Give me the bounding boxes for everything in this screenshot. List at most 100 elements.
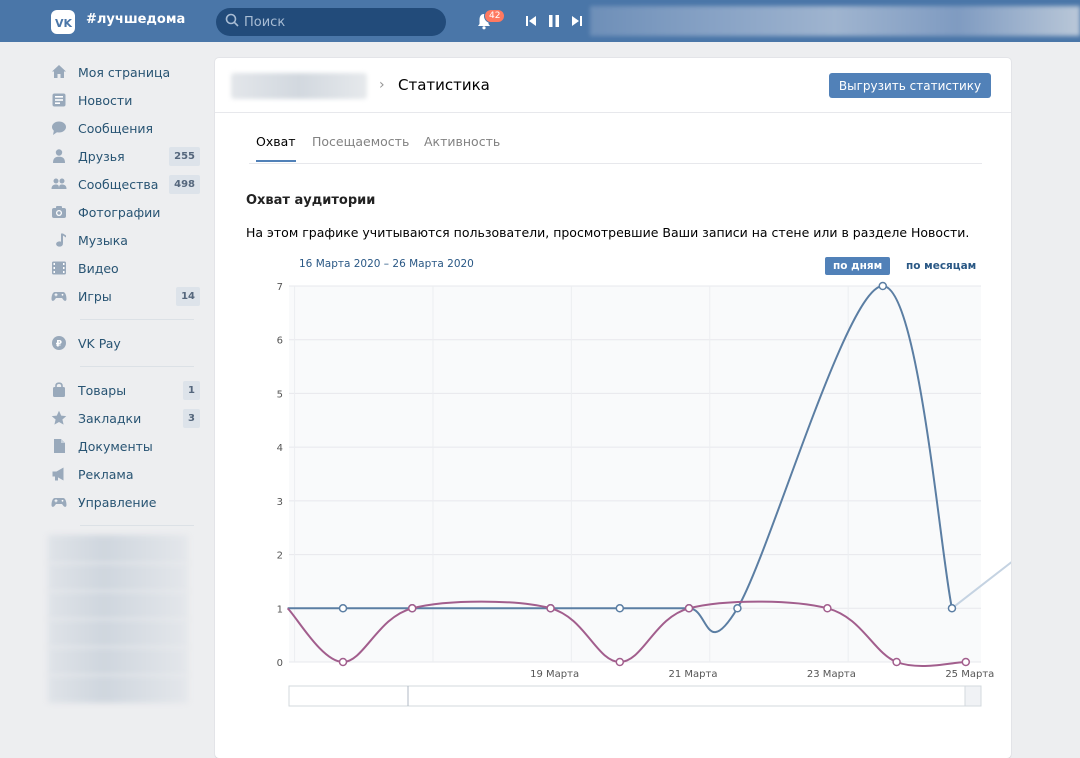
sidebar-item-documents[interactable]: Документы <box>40 432 210 460</box>
data-point <box>338 604 348 613</box>
sidebar-item-label: VK Pay <box>78 335 121 351</box>
sidebar-blurred-item[interactable] <box>48 535 188 563</box>
date-range-selector[interactable]: 16 Марта 2020 – 26 Марта 2020 <box>299 258 474 270</box>
sidebar-blurred-item[interactable] <box>48 675 188 703</box>
sidebar-item-friends[interactable]: Друзья 255 <box>40 142 210 170</box>
page-title: Статистика <box>398 76 490 94</box>
data-point <box>546 604 555 613</box>
sidebar-item-counter: 255 <box>169 146 200 166</box>
sidebar-separator <box>80 366 194 367</box>
section-title: Охват аудитории <box>246 193 376 208</box>
previous-track-icon[interactable] <box>525 14 537 28</box>
plot-area <box>289 286 981 662</box>
svg-text:VK: VK <box>55 17 73 30</box>
reach-line-chart: 0 1 2 3 4 5 6 7 19 Марта 21 Марта 23 Марта 25 Марта <box>277 281 1011 707</box>
tab-reach[interactable]: Охват <box>256 134 296 162</box>
export-statistics-button[interactable]: Выгрузить статистику <box>829 73 991 98</box>
sidebar-item-counter: 498 <box>169 174 200 194</box>
sidebar-item-management[interactable]: Управление <box>40 488 210 516</box>
sidebar-item-games[interactable]: Игры 14 <box>40 282 210 310</box>
sidebar-item-label: Сообщения <box>78 120 154 136</box>
player-track-area <box>590 6 1080 36</box>
sidebar-blurred-item[interactable] <box>48 591 188 619</box>
sidebar-item-label: Друзья <box>78 148 125 164</box>
y-tick-label: 1 <box>277 604 283 615</box>
camera-icon <box>52 206 66 218</box>
brand-hashtag[interactable]: #лучшедома <box>86 12 185 27</box>
y-tick-label: 0 <box>277 658 283 669</box>
x-tick-label: 21 Марта <box>669 669 718 680</box>
y-tick-label: 5 <box>277 389 283 400</box>
sidebar-item-photos[interactable]: Фотографии <box>40 198 210 226</box>
top-bar: VK #лучшедома 42 <box>0 0 1080 42</box>
statistics-panel: › Статистика Выгрузить статистику Охват … <box>215 58 1011 758</box>
sidebar-item-label: Закладки <box>78 410 142 426</box>
megaphone-icon <box>52 467 64 481</box>
sidebar-item-label: Сообщества <box>78 176 159 192</box>
sidebar-group-main: Моя страница Новости Сообщения Друзья 25… <box>40 58 210 310</box>
y-tick-label: 2 <box>277 551 283 562</box>
document-icon <box>54 439 65 453</box>
sidebar-item-bookmarks[interactable]: Закладки 3 <box>40 404 210 432</box>
search-icon <box>225 13 239 27</box>
sidebar-blurred-item[interactable] <box>48 563 188 591</box>
sidebar-item-music[interactable]: Музыка <box>40 226 210 254</box>
sidebar-item-ads[interactable]: Реклама <box>40 460 210 488</box>
sidebar-item-label: Игры <box>78 288 112 304</box>
data-point <box>684 604 694 613</box>
sidebar-item-counter: 14 <box>176 286 200 306</box>
tab-activity[interactable]: Активность <box>424 134 500 160</box>
sidebar-item-news[interactable]: Новости <box>40 86 210 114</box>
star-icon <box>51 410 67 425</box>
next-track-icon[interactable] <box>571 14 583 28</box>
y-tick-label: 7 <box>277 282 283 293</box>
sidebar-item-my-page[interactable]: Моя страница <box>40 58 210 86</box>
sidebar-item-communities[interactable]: Сообщества 498 <box>40 170 210 198</box>
sidebar-item-label: Товары <box>78 382 127 398</box>
data-point <box>407 604 417 613</box>
notifications-badge: 42 <box>484 9 506 23</box>
vk-logo-icon[interactable]: VK <box>51 10 75 34</box>
search-input[interactable] <box>216 8 446 36</box>
sidebar-separator <box>80 319 194 320</box>
data-point <box>947 604 957 613</box>
sidebar-item-goods[interactable]: Товары 1 <box>40 376 210 404</box>
data-point <box>961 657 971 667</box>
by-months-button[interactable]: по месяцам <box>898 257 984 275</box>
y-tick-label: 3 <box>277 497 283 508</box>
y-tick-label: 4 <box>277 443 283 454</box>
range-navigator <box>288 685 982 707</box>
tab-attendance[interactable]: Посещаемость <box>312 134 409 160</box>
data-point <box>615 657 625 667</box>
sidebar-separator <box>80 525 194 526</box>
gamepad-icon <box>51 498 67 507</box>
messages-icon <box>52 121 66 135</box>
data-point <box>338 657 348 667</box>
video-icon <box>52 261 66 275</box>
sidebar-group-pay: ₽ VK Pay <box>40 329 210 357</box>
breadcrumb-chevron-icon: › <box>379 77 385 93</box>
panel-header: › Статистика Выгрузить статистику <box>215 58 1011 113</box>
sidebar-item-vk-pay[interactable]: ₽ VK Pay <box>40 329 210 357</box>
communities-icon <box>51 178 67 189</box>
bag-icon <box>53 382 65 397</box>
breadcrumb-community-link[interactable] <box>231 73 367 99</box>
music-icon <box>56 233 66 247</box>
sidebar-item-video[interactable]: Видео <box>40 254 210 282</box>
statistics-tabs: Охват Посещаемость Активность <box>249 128 982 164</box>
sidebar-blurred-item[interactable] <box>48 647 188 675</box>
sidebar-item-label: Новости <box>78 92 133 108</box>
sidebar-item-label: Управление <box>78 494 157 510</box>
y-tick-label: 6 <box>277 336 283 347</box>
sidebar-item-messages[interactable]: Сообщения <box>40 114 210 142</box>
sidebar-blurred-item[interactable] <box>48 619 188 647</box>
data-point <box>878 281 888 291</box>
games-icon <box>51 292 67 301</box>
x-tick-label: 23 Марта <box>807 669 856 680</box>
sidebar-item-counter: 3 <box>183 408 200 428</box>
left-sidebar: Моя страница Новости Сообщения Друзья 25… <box>40 58 210 703</box>
by-days-button[interactable]: по дням <box>825 257 891 275</box>
pause-icon[interactable] <box>548 14 560 28</box>
data-point <box>733 604 742 613</box>
news-icon <box>52 93 66 107</box>
